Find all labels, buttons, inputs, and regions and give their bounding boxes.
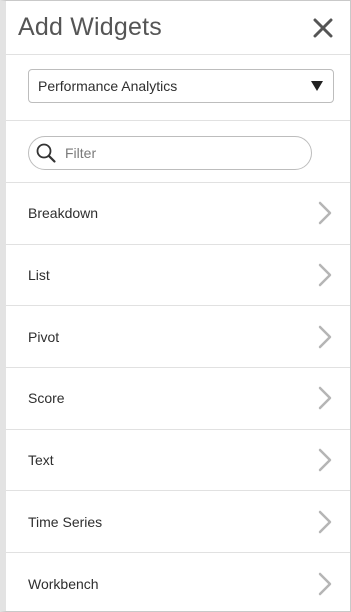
- category-select-row: Performance Analytics: [6, 55, 350, 121]
- widget-item-label: Breakdown: [28, 205, 99, 222]
- caret-down-icon: [311, 81, 323, 91]
- widget-item-pivot[interactable]: Pivot: [6, 306, 350, 369]
- category-select[interactable]: Performance Analytics: [28, 69, 334, 103]
- category-select-value: Performance Analytics: [38, 78, 178, 94]
- chevron-right-icon: [318, 263, 332, 287]
- filter-row: [6, 121, 350, 183]
- widget-item-label: Text: [28, 452, 54, 469]
- close-icon: [313, 18, 333, 37]
- widget-item-label: Workbench: [28, 575, 99, 592]
- chevron-right-icon: [318, 387, 332, 410]
- widget-item-label: Pivot: [28, 328, 60, 345]
- filter-field[interactable]: [28, 136, 312, 170]
- panel-title: Add Widgets: [18, 13, 162, 41]
- filter-input[interactable]: [63, 144, 287, 162]
- widget-item-list[interactable]: List: [6, 245, 350, 307]
- chevron-right-icon: [318, 325, 332, 348]
- chevron-right-icon: [318, 572, 332, 596]
- chevron-right-icon: [318, 510, 332, 534]
- panel-header: Add Widgets: [6, 1, 350, 55]
- widget-list: Breakdown List Pivot Score Text Time Ser…: [6, 183, 350, 611]
- widget-item-score[interactable]: Score: [6, 368, 350, 430]
- chevron-right-icon: [318, 448, 332, 472]
- widget-item-label: Score: [28, 390, 65, 407]
- widget-item-time-series[interactable]: Time Series: [6, 491, 350, 554]
- widget-item-text[interactable]: Text: [6, 430, 350, 492]
- widget-item-breakdown[interactable]: Breakdown: [6, 183, 350, 245]
- widget-item-label: Time Series: [28, 513, 103, 530]
- close-button[interactable]: [310, 15, 336, 41]
- widget-item-label: List: [28, 267, 50, 284]
- widget-item-workbench[interactable]: Workbench: [6, 553, 350, 611]
- add-widgets-panel: Add Widgets Performance Analytics Brea: [0, 0, 351, 612]
- search-icon: [36, 143, 56, 163]
- chevron-right-icon: [318, 202, 332, 225]
